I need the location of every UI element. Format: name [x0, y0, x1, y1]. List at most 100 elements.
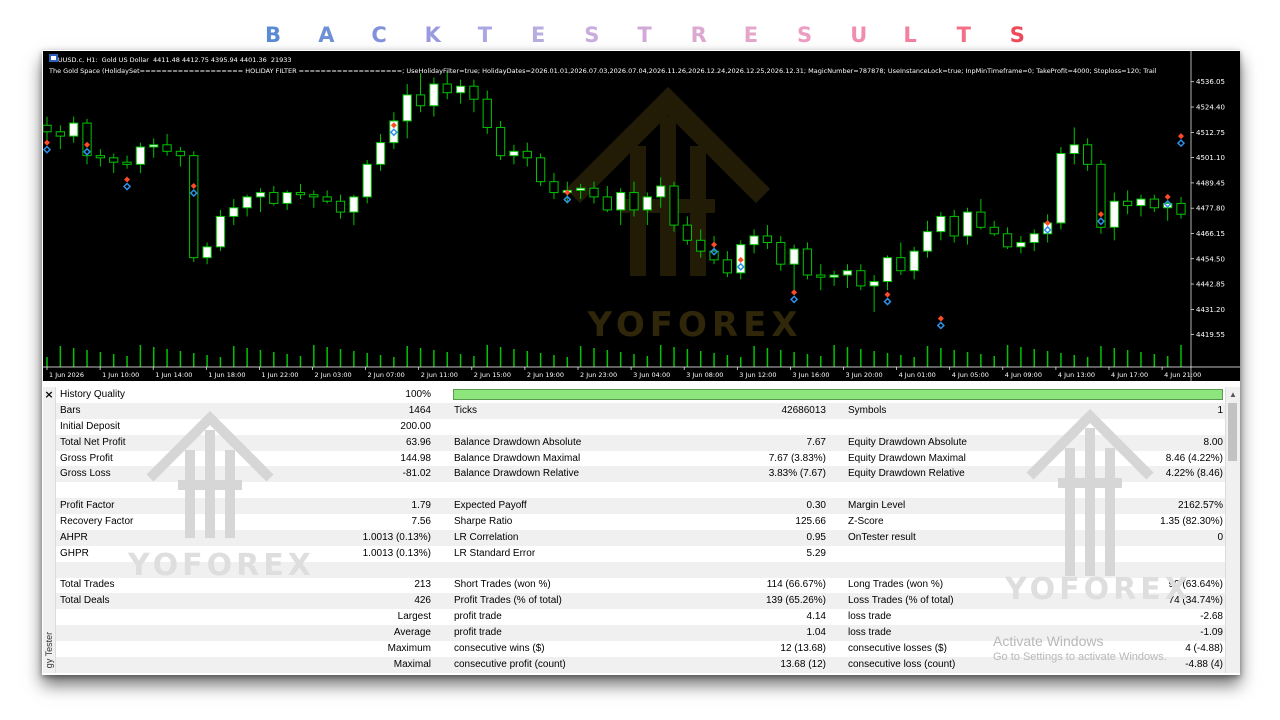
candle-body [55, 131, 65, 137]
stat-value-col3: -4.88 (4) [1185, 658, 1223, 670]
title-letter: T [956, 23, 971, 47]
stat-value-col1 [316, 482, 431, 498]
candle-body [949, 215, 959, 237]
stats-row: Total Trades 213 Short Trades (won %) 114 (… [56, 577, 1226, 593]
stat-value-col2: 12 (13.68) [780, 642, 826, 654]
candle-body [776, 241, 786, 265]
scroll-thumb[interactable] [1228, 403, 1237, 461]
candle-body [909, 250, 919, 272]
price-axis-label: 4477.80 [1196, 205, 1225, 213]
candle-body [882, 257, 893, 283]
stat-label-col1: Total Deals [60, 595, 110, 607]
stat-value-col1: Largest [397, 611, 431, 623]
strategy-tester-tab-label: gy Tester [44, 631, 54, 669]
time-axis-label: 3 Jun 08:00 [686, 371, 723, 379]
stat-label-col2: LR Correlation [454, 531, 519, 543]
stat-label-col2: consecutive profit (count) [454, 658, 566, 670]
candle-body [229, 207, 239, 217]
stats-row: Initial Deposit 200.00 [56, 419, 1226, 435]
stats-row: Average profit trade 1.04 loss trade -1.09 [56, 624, 1226, 641]
stat-label-col2: Balance Drawdown Maximal [454, 452, 581, 464]
stats-row [56, 561, 1226, 578]
candle-body [576, 187, 586, 191]
price-chart[interactable]: YOFOREX 4536.05 4524.40 4512.75 4501.10 4489.… [43, 51, 1240, 381]
chart-properties-icon[interactable] [49, 54, 58, 62]
sell-marker [884, 291, 891, 298]
stat-value-col1: 1.79 [411, 500, 431, 512]
stat-value-col1: 426 [414, 595, 431, 607]
candle-body [269, 192, 279, 204]
time-axis-label: 2 Jun 15:00 [474, 371, 511, 379]
stat-value-col3: 8.00 [1203, 436, 1223, 448]
stat-value-col3: 0 [1217, 531, 1223, 543]
stat-label-col1: Total Net Profit [60, 436, 126, 448]
candle-body [175, 150, 186, 157]
stat-label-col3: Long Trades (won %) [848, 579, 944, 591]
time-axis-label: 1 Jun 10:00 [102, 371, 139, 379]
candle-body [1016, 241, 1026, 248]
candle-body [682, 224, 693, 241]
stat-value-col2: 13.68 (12) [780, 658, 826, 670]
candle-body [1149, 198, 1159, 209]
stat-value-col1: 144.98 [400, 452, 431, 464]
stat-value-col2 [646, 419, 826, 435]
stat-value-col1: 1.0013 (0.13%) [362, 531, 431, 543]
stat-value-col3: -2.68 [1200, 611, 1223, 623]
price-axis-label: 4466.15 [1196, 230, 1225, 238]
time-axis-label: 3 Jun 12:00 [739, 371, 776, 379]
stat-value-col1: 63.96 [405, 436, 431, 448]
stat-value-col1: 7.56 [411, 515, 431, 527]
stat-value-col1: -81.02 [402, 468, 431, 480]
stat-value-col2: 5.29 [806, 547, 826, 559]
price-axis-label: 4524.40 [1196, 104, 1225, 112]
sell-marker [124, 176, 131, 183]
candle-body [215, 215, 226, 248]
stat-label-col1: Recovery Factor [60, 515, 134, 527]
candle-body [789, 248, 799, 265]
candle-body [522, 150, 532, 159]
stats-row: Maximum consecutive wins ($) 12 (13.68) con… [56, 641, 1226, 657]
candle-body [1109, 200, 1119, 228]
stat-value-col3 [1056, 482, 1223, 498]
candle-body [309, 194, 319, 198]
stat-value-col1 [316, 562, 431, 578]
stat-label-col1: Gross Profit [60, 452, 113, 464]
chart-canvas: YOFOREX 4536.05 4524.40 4512.75 4501.10 4489.… [43, 51, 1240, 381]
stat-value-col2: 3.83% (7.67) [768, 468, 826, 480]
stat-label-col3: Equity Drawdown Absolute [848, 436, 967, 448]
sell-marker [1164, 193, 1171, 200]
close-icon[interactable]: × [44, 389, 54, 401]
candle-body [202, 246, 212, 259]
price-axis-label: 4512.75 [1196, 129, 1225, 137]
history-quality-row: History Quality 100% [56, 387, 1226, 403]
stat-value-col2: 114 (66.67%) [766, 579, 826, 591]
stat-label-col3: Symbols [848, 405, 887, 416]
stat-value-col2: 139 (65.26%) [765, 595, 826, 607]
stat-label-col3: Equity Drawdown Relative [848, 468, 965, 480]
chart-header: XAUUSD.c, H1: Gold US Dollar 4411.48 441… [49, 54, 292, 65]
candle-body [295, 192, 306, 196]
sell-marker [1178, 133, 1184, 140]
price-axis-label: 4454.50 [1196, 255, 1225, 263]
buy-marker [790, 295, 799, 304]
title-letter: S [584, 23, 600, 47]
time-axis-label: 1 Jun 14:00 [155, 371, 192, 379]
stat-value-col2 [646, 482, 826, 498]
stat-label-col1: Bars [60, 405, 81, 416]
stat-value-col3: 8.46 (4.22%) [1165, 452, 1223, 464]
scroll-up-icon[interactable]: ▲ [1228, 390, 1238, 400]
stats-row: GHPR 1.0013 (0.13%) LR Standard Error 5.29 [56, 546, 1226, 562]
report-scrollbar[interactable]: ▲ [1225, 387, 1240, 673]
candle-body [922, 231, 933, 252]
stat-value-col3: 1.35 (82.30%) [1160, 515, 1223, 527]
title-letter: C [371, 23, 387, 47]
watermark-text-chart: YOFOREX [586, 305, 802, 345]
buy-marker [1176, 139, 1186, 148]
title-letter: E [531, 23, 546, 47]
stat-value-col2: 4.14 [806, 611, 826, 623]
stat-value-col2: 7.67 (3.83%) [768, 452, 826, 464]
time-axis-label: 3 Jun 20:00 [846, 371, 883, 379]
stat-label-col2: Ticks [454, 405, 477, 416]
stat-label-col2: Expected Payoff [454, 500, 527, 512]
candle-body [149, 144, 159, 148]
